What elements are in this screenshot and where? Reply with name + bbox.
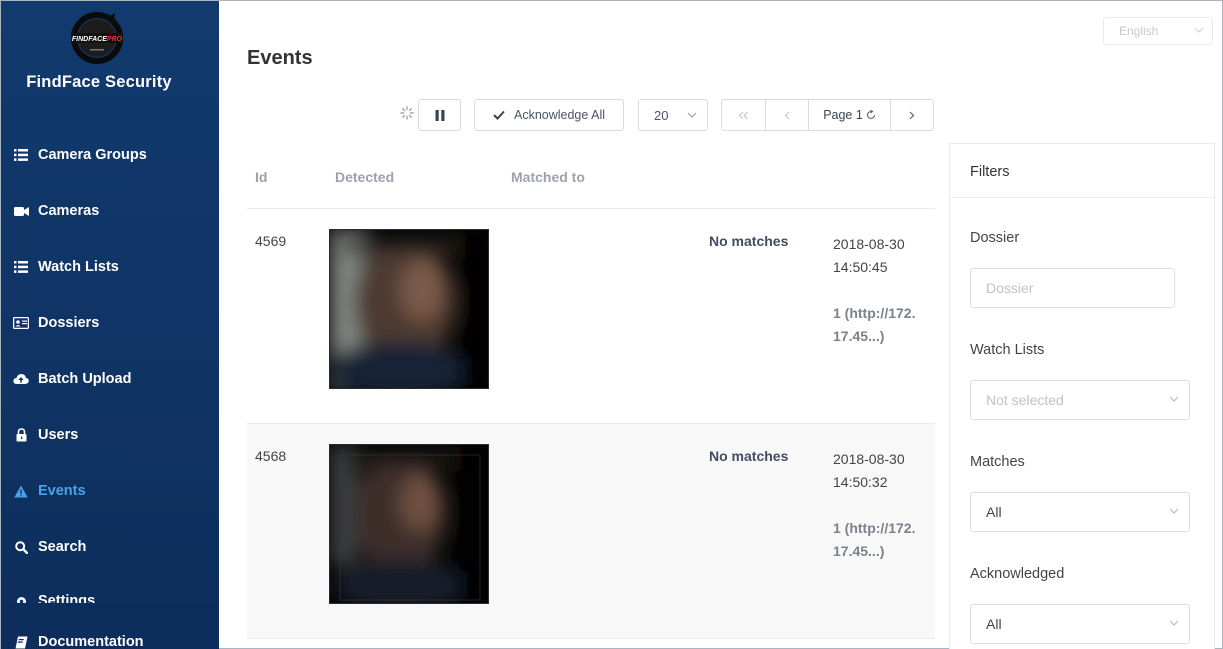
event-camera-link[interactable]: 1 (http://172. 17.45...) <box>833 517 915 563</box>
sidebar-item-label: Users <box>38 427 79 443</box>
sidebar-item-label: Search <box>38 539 87 555</box>
sidebar-item-users[interactable]: Users <box>1 415 219 455</box>
brand-name: FindFace Security <box>26 73 172 91</box>
filters-panel: Filters Dossier Dossier Watch Lists Not … <box>949 143 1215 649</box>
event-timestamp: 2018-08-30 14:50:45 <box>833 233 905 279</box>
event-timestamp: 2018-08-30 14:50:32 <box>833 448 905 494</box>
sidebar: FINDFACEPRO FindFace Security Camera Gro… <box>1 1 219 649</box>
sidebar-item-documentation[interactable]: Documentation <box>1 622 219 649</box>
sidebar-item-cameras[interactable]: Cameras <box>1 191 219 231</box>
detected-face-thumbnail[interactable] <box>329 229 489 389</box>
camera-url-line2: 17.45...) <box>833 328 885 344</box>
event-id: 4568 <box>255 448 287 464</box>
chevron-left-icon <box>784 111 790 119</box>
event-date: 2018-08-30 <box>833 236 905 252</box>
pause-button[interactable] <box>418 99 461 131</box>
camera-url-line1: 1 (http://172. <box>833 520 916 536</box>
dossier-label: Dossier <box>970 230 1020 246</box>
watch-lists-label: Watch Lists <box>970 342 1045 358</box>
face-image <box>330 230 488 388</box>
sidebar-item-events[interactable]: Events <box>1 471 219 511</box>
sidebar-item-label: Watch Lists <box>38 259 119 275</box>
user-lock-icon <box>13 427 29 443</box>
book-icon <box>13 634 29 649</box>
language-select[interactable]: English <box>1103 17 1213 45</box>
cloud-upload-icon <box>13 371 29 387</box>
pagination: Page 1 <box>721 99 934 131</box>
event-id: 4569 <box>255 233 287 249</box>
filters-title: Filters <box>970 164 1010 180</box>
acknowledged-label: Acknowledged <box>970 566 1065 582</box>
page-size-select[interactable]: 20 <box>638 99 708 131</box>
double-chevron-left-icon <box>738 111 748 119</box>
pause-icon <box>435 109 444 121</box>
match-status: No matches <box>709 448 789 464</box>
camera-url-line2: 17.45...) <box>833 543 885 559</box>
sidebar-item-label: Cameras <box>38 203 100 219</box>
watch-lists-select[interactable]: Not selected <box>970 380 1190 420</box>
chevron-down-icon <box>1169 396 1179 402</box>
acknowledged-value: All <box>986 616 1002 632</box>
face-image <box>330 445 488 603</box>
dossier-placeholder: Dossier <box>986 280 1034 296</box>
column-header-detected: Detected <box>335 169 395 185</box>
filters-divider <box>950 197 1214 198</box>
svg-text:FINDFACEPRO: FINDFACEPRO <box>72 36 123 43</box>
list-icon <box>13 147 29 163</box>
acknowledge-all-button[interactable]: Acknowledge All <box>474 99 624 131</box>
matches-value: All <box>986 504 1002 520</box>
chevron-right-icon <box>909 111 915 119</box>
chevron-down-icon <box>1169 508 1179 514</box>
video-camera-icon <box>13 203 29 219</box>
dossier-input[interactable]: Dossier <box>970 268 1175 308</box>
page-indicator[interactable]: Page 1 <box>809 100 891 130</box>
chevron-down-icon <box>1194 27 1204 33</box>
sidebar-item-label: Dossiers <box>38 315 100 331</box>
column-header-id: Id <box>255 169 268 185</box>
logo-area: FINDFACEPRO <box>1 9 219 69</box>
sidebar-item-watch-lists[interactable]: Watch Lists <box>1 247 219 287</box>
page-size-value: 20 <box>654 107 669 123</box>
event-time: 14:50:45 <box>833 259 888 275</box>
matches-label: Matches <box>970 454 1025 470</box>
sidebar-item-label: Batch Upload <box>38 371 132 387</box>
next-page-button[interactable] <box>891 100 933 130</box>
event-date: 2018-08-30 <box>833 451 905 467</box>
page-label: Page 1 <box>823 108 863 122</box>
acknowledged-select[interactable]: All <box>970 604 1190 644</box>
language-value: English <box>1119 24 1159 38</box>
refresh-icon <box>866 110 875 120</box>
column-header-matched-to: Matched to <box>511 169 585 185</box>
loading-spinner-icon <box>400 106 414 120</box>
page-title: Events <box>247 47 313 69</box>
search-icon <box>13 539 29 555</box>
sidebar-item-dossiers[interactable]: Dossiers <box>1 303 219 343</box>
sidebar-item-camera-groups[interactable]: Camera Groups <box>1 135 219 175</box>
list-icon <box>13 259 29 275</box>
chevron-down-icon <box>1169 620 1179 626</box>
event-time: 14:50:32 <box>833 474 888 490</box>
warning-icon <box>13 483 29 499</box>
watch-lists-value: Not selected <box>986 392 1064 408</box>
first-page-button[interactable] <box>722 100 766 130</box>
camera-url-line1: 1 (http://172. <box>833 305 916 321</box>
sidebar-item-label: Events <box>38 483 86 499</box>
sidebar-item-batch-upload[interactable]: Batch Upload <box>1 359 219 399</box>
matches-select[interactable]: All <box>970 492 1190 532</box>
prev-page-button[interactable] <box>766 100 809 130</box>
sidebar-item-search[interactable]: Search <box>1 527 219 567</box>
sidebar-item-label: Documentation <box>38 634 144 649</box>
sidebar-item-label: Camera Groups <box>38 147 147 163</box>
match-status: No matches <box>709 233 789 249</box>
table-row[interactable]: 4569 No matches 2018-08-30 14:50:45 1 (h… <box>247 209 935 424</box>
chevron-down-icon <box>687 112 697 118</box>
event-camera-link[interactable]: 1 (http://172. 17.45...) <box>833 302 915 348</box>
acknowledge-all-label: Acknowledge All <box>513 108 606 122</box>
id-card-icon <box>13 315 29 331</box>
findface-logo: FINDFACEPRO <box>71 12 123 64</box>
detected-face-thumbnail[interactable] <box>329 444 489 604</box>
check-icon <box>493 110 505 120</box>
table-row[interactable]: 4568 No matches 2018-08-30 14:50:32 1 (h… <box>247 424 935 639</box>
